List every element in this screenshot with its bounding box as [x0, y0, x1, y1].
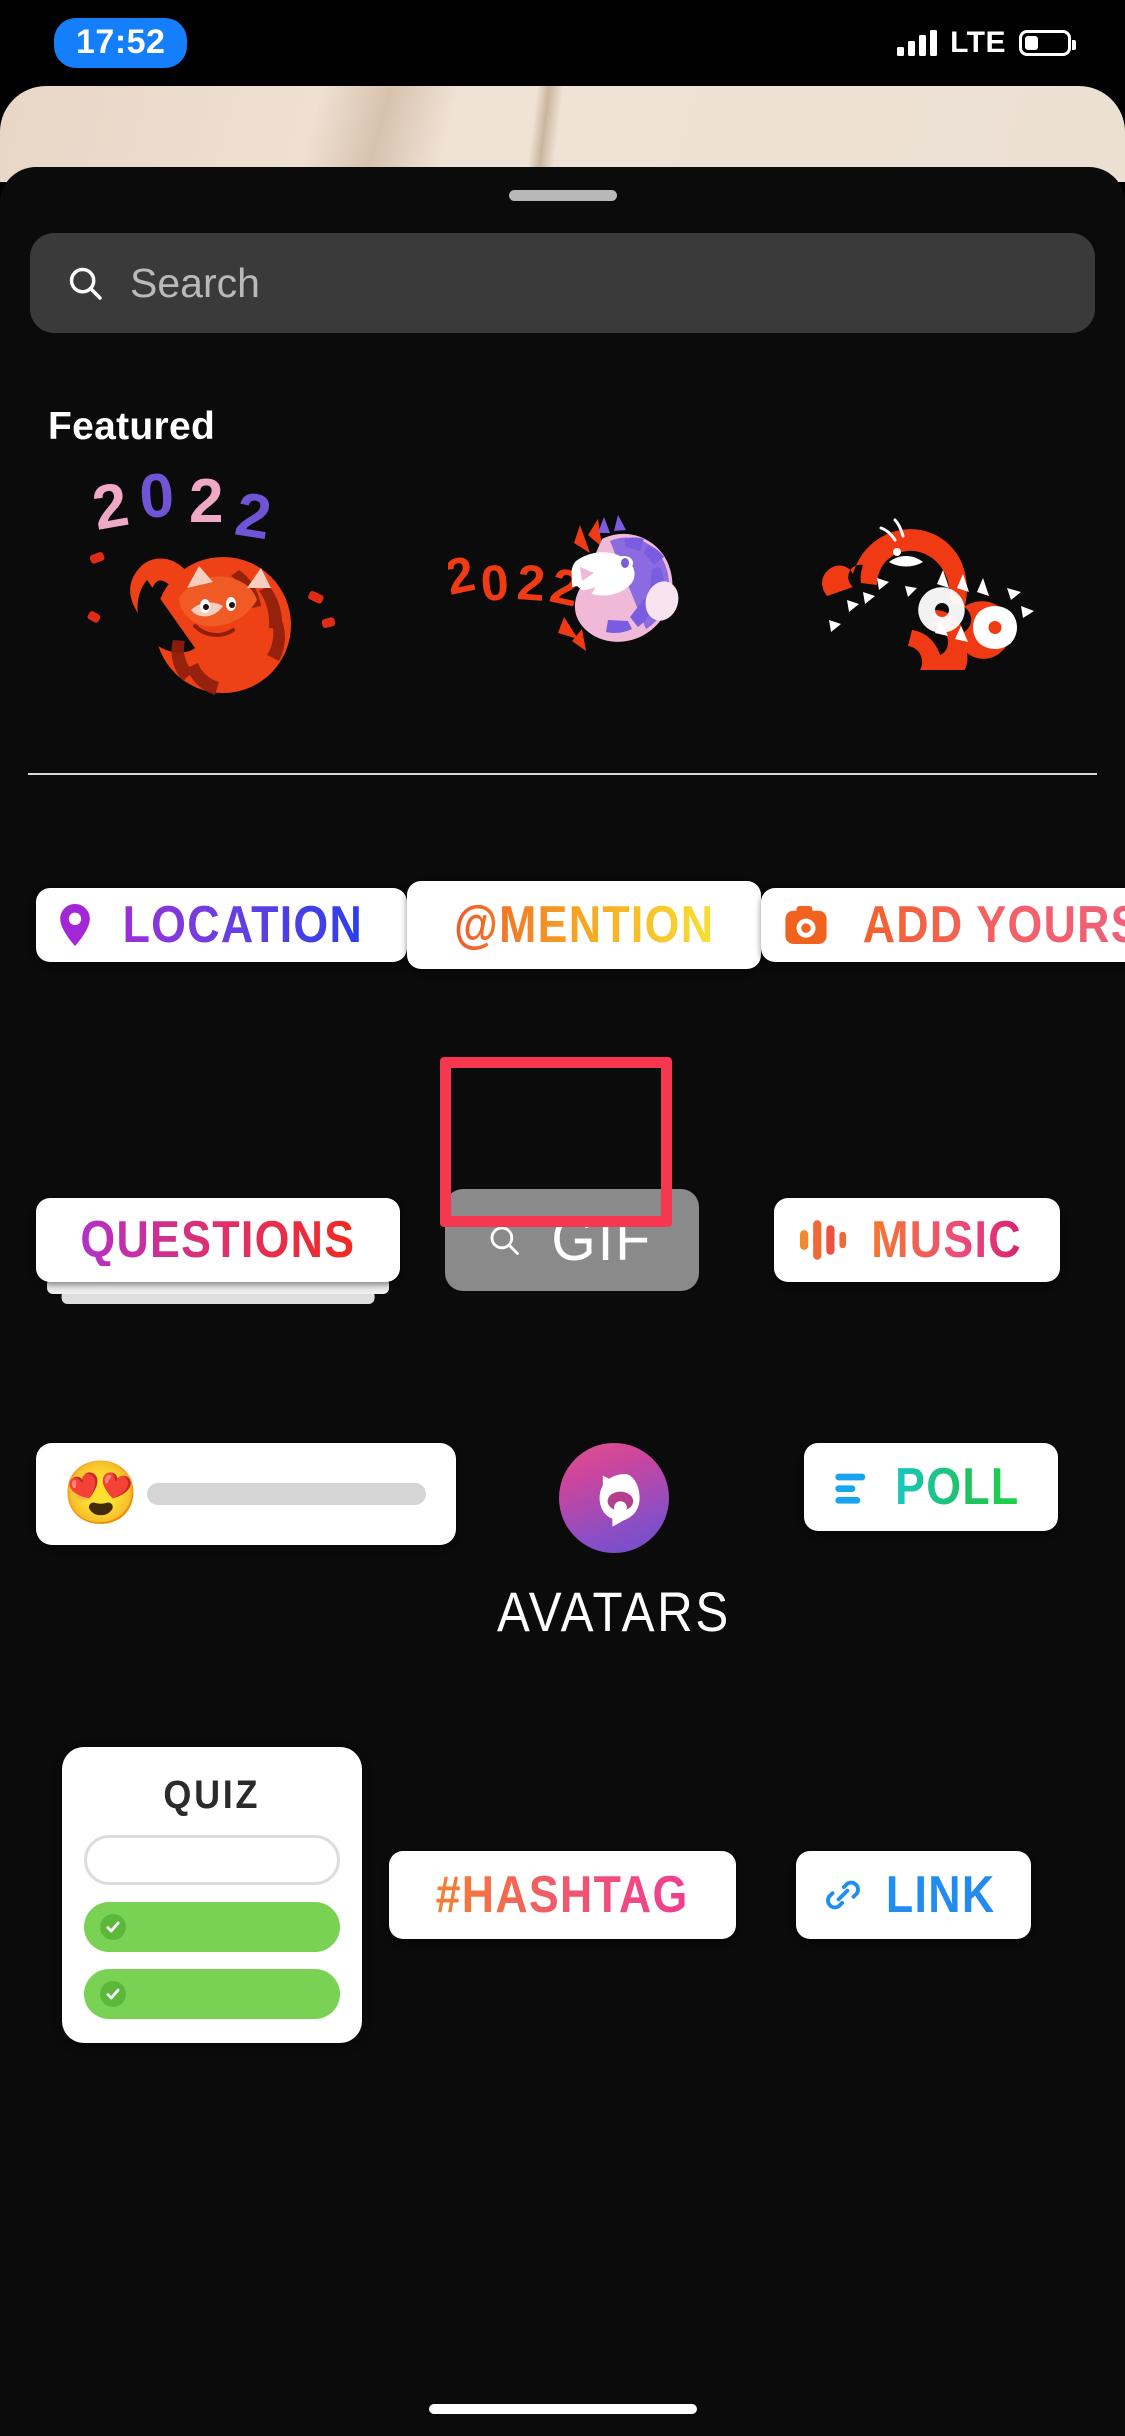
sticker-row-3: 😍 AVATARS POLL: [0, 1405, 1125, 1745]
location-sticker-button[interactable]: LOCATION: [36, 888, 407, 962]
gif-sticker-button[interactable]: GIF: [445, 1189, 699, 1291]
emoji-slider-track[interactable]: [147, 1483, 426, 1505]
search-placeholder: Search: [130, 259, 260, 306]
sticker-cell-poll: POLL: [773, 1443, 1090, 1531]
avatars-sticker-button[interactable]: [559, 1443, 670, 1553]
add-yours-sticker-label: ADD YOURS: [863, 899, 1125, 951]
mention-sticker-button[interactable]: @MENTION: [406, 881, 762, 969]
quiz-option-empty[interactable]: [83, 1835, 340, 1885]
questions-sticker-label: QUESTIONS: [80, 1211, 356, 1269]
check-icon: [99, 1914, 126, 1940]
questions-sticker-stack: QUESTIONS: [36, 1198, 400, 1304]
svg-text:2: 2: [448, 545, 479, 606]
questions-sticker-button[interactable]: QUESTIONS: [36, 1198, 400, 1282]
search-icon: [66, 264, 104, 302]
drag-handle-icon[interactable]: [508, 190, 617, 201]
add-yours-sticker-button[interactable]: ADD YOURS: [761, 888, 1125, 962]
location-pin-icon: [60, 904, 90, 946]
avatar-glyph-icon: [582, 1466, 646, 1530]
sticker-row-2: QUESTIONS GIF MUSIC: [0, 1057, 1125, 1405]
link-chain-icon: [822, 1874, 864, 1916]
svg-text:0: 0: [137, 470, 176, 532]
home-indicator: [428, 2404, 697, 2414]
status-time-recording-pill: 17:52: [54, 18, 188, 68]
sticker-cell-location: LOCATION: [36, 888, 407, 962]
featured-sticker-1[interactable]: 2 0 2 2: [448, 505, 688, 665]
sticker-cell-emoji-slider: 😍: [36, 1443, 456, 1545]
svg-text:2: 2: [515, 554, 547, 612]
check-icon: [99, 1981, 126, 2007]
sticker-row-1: LOCATION @MENTION ADD YOURS: [0, 775, 1125, 1075]
hashtag-sticker-button[interactable]: #HASHTAG: [389, 1851, 736, 1939]
avatars-sticker-label: AVATARS: [497, 1580, 732, 1643]
sticker-tray-sheet: Search Featured 2 0 2 2 2 0 2 2 LOCATION…: [0, 167, 1125, 2436]
phone-screen: 17:52 LTE Search Featured 2 0 2 2 2 0 2 …: [0, 0, 1125, 2436]
sticker-row-4: QUIZ #HASHTAG LINK: [0, 1745, 1125, 2045]
sticker-cell-mention: @MENTION: [406, 881, 762, 969]
hashtag-sticker-label: #HASHTAG: [435, 1866, 689, 1924]
sticker-cell-questions: QUESTIONS: [36, 1198, 400, 1304]
featured-sticker-0[interactable]: 2 0 2 2: [83, 470, 343, 700]
featured-sticker-row: 2 0 2 2 2 0 2 2: [0, 455, 1125, 715]
heart-eyes-emoji: 😍: [62, 1459, 140, 1528]
sticker-cell-gif: GIF: [400, 1189, 745, 1291]
poll-sticker-button[interactable]: POLL: [803, 1443, 1058, 1531]
sticker-cell-link: LINK: [738, 1851, 1089, 1939]
emoji-slider-sticker-button[interactable]: 😍: [36, 1443, 456, 1545]
gif-sticker-label: GIF: [551, 1205, 653, 1274]
svg-text:0: 0: [478, 554, 510, 612]
quiz-sticker-label: QUIZ: [163, 1773, 260, 1817]
search-icon: [487, 1223, 521, 1257]
status-bar: 17:52 LTE: [0, 0, 1125, 86]
status-bar-right: LTE: [897, 26, 1076, 60]
music-sticker-button[interactable]: MUSIC: [773, 1198, 1060, 1282]
cellular-bars-icon: [897, 30, 938, 56]
battery-icon: [1019, 30, 1076, 56]
location-sticker-label: LOCATION: [122, 896, 364, 954]
link-sticker-label: LINK: [886, 1866, 996, 1924]
quiz-option-1[interactable]: [83, 1902, 340, 1952]
svg-text:2: 2: [87, 470, 133, 544]
search-input[interactable]: Search: [30, 233, 1095, 333]
featured-heading: Featured: [48, 405, 216, 448]
music-sticker-label: MUSIC: [870, 1211, 1022, 1269]
music-bars-icon: [799, 1218, 846, 1262]
featured-sticker-2[interactable]: [793, 500, 1043, 670]
network-type-label: LTE: [950, 26, 1006, 59]
svg-text:2: 2: [230, 480, 275, 554]
camera-icon: [785, 906, 827, 944]
sticker-cell-add-yours: ADD YOURS: [761, 888, 1125, 962]
link-sticker-button[interactable]: LINK: [796, 1851, 1031, 1939]
mention-sticker-label: @MENTION: [453, 896, 714, 954]
quiz-sticker-button[interactable]: QUIZ: [61, 1747, 362, 2043]
quiz-option-2[interactable]: [83, 1969, 340, 2019]
poll-sticker-label: POLL: [895, 1458, 1020, 1516]
svg-text:2: 2: [189, 470, 223, 536]
sticker-cell-avatars: AVATARS: [456, 1443, 773, 1644]
sticker-cell-quiz: QUIZ: [36, 1747, 387, 2043]
poll-bars-icon: [832, 1467, 872, 1507]
sticker-cell-hashtag: #HASHTAG: [387, 1851, 738, 1939]
sticker-cell-music: MUSIC: [744, 1198, 1089, 1282]
